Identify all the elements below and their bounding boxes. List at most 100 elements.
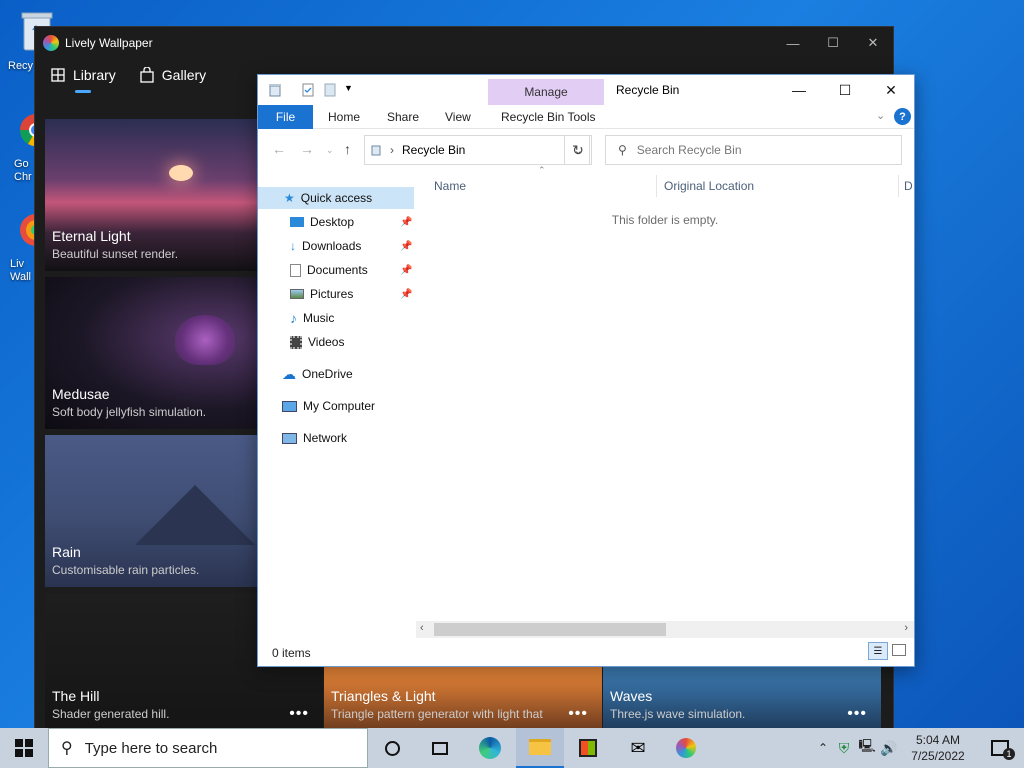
close-icon[interactable]: ✕	[868, 75, 914, 105]
card-description: Shader generated hill.	[52, 707, 170, 721]
tab-gallery[interactable]: Gallery	[140, 67, 206, 89]
column-header-original-location[interactable]: Original Location	[664, 179, 754, 193]
pin-icon: 📌	[400, 264, 413, 276]
nav-item-quick-access[interactable]: ★ Quick access	[284, 187, 372, 209]
desktop-folder-icon	[290, 217, 304, 227]
search-input[interactable]: ⚲ Search Recycle Bin	[605, 135, 902, 165]
tab-recycle-bin-tools[interactable]: Recycle Bin Tools	[501, 105, 596, 129]
clock[interactable]: 5:04 AM 7/25/2022	[906, 732, 970, 764]
explorer-window-title: Recycle Bin	[616, 83, 680, 97]
nav-item-documents[interactable]: Documents 📌	[290, 259, 412, 281]
sort-indicator-icon: ⌃	[538, 165, 546, 175]
taskbar-lively[interactable]	[662, 728, 710, 768]
taskbar-mail[interactable]: ✉	[614, 728, 662, 768]
tab-share[interactable]: Share	[387, 105, 419, 129]
scrollbar-thumb[interactable]	[434, 623, 666, 636]
star-icon: ★	[284, 191, 295, 205]
nav-item-label: Quick access	[300, 191, 373, 205]
taskbar-file-explorer[interactable]	[516, 728, 564, 768]
task-view-button[interactable]	[416, 728, 464, 768]
refresh-icon[interactable]: ↻	[564, 135, 592, 165]
taskbar-search-placeholder: Type here to search	[84, 739, 218, 757]
tab-gallery-label: Gallery	[161, 67, 207, 83]
nav-item-label: Music	[303, 311, 335, 325]
picture-icon	[290, 289, 304, 299]
navigation-pane: ★ Quick access Desktop 📌 ↓ Downloads 📌 Docum…	[258, 185, 416, 638]
minimize-icon[interactable]: —	[776, 75, 822, 105]
up-icon[interactable]: ↑	[344, 141, 351, 157]
sun-graphic	[169, 165, 193, 181]
nav-item-downloads[interactable]: ↓ Downloads 📌	[290, 235, 412, 257]
maximize-icon[interactable]: ☐	[822, 75, 868, 105]
help-icon[interactable]: ?	[894, 108, 911, 125]
more-options-icon[interactable]: •••	[568, 705, 588, 723]
quick-access-dropdown-icon[interactable]: ▼	[344, 83, 353, 93]
scroll-right-icon[interactable]: ›	[904, 622, 908, 634]
notification-center-button[interactable]: 1	[976, 728, 1024, 768]
maximize-icon[interactable]: ☐	[813, 27, 853, 59]
taskbar-edge[interactable]	[466, 728, 514, 768]
empty-folder-message: This folder is empty.	[611, 213, 719, 227]
taskbar-search-input[interactable]: ⚲ Type here to search	[48, 728, 368, 768]
properties-icon[interactable]	[302, 83, 314, 97]
back-icon[interactable]: ←	[272, 141, 286, 157]
scroll-left-icon[interactable]: ‹	[420, 622, 424, 634]
volume-icon[interactable]: 🔊	[878, 740, 900, 757]
tab-home[interactable]: Home	[328, 105, 360, 129]
card-description: Three.js wave simulation.	[610, 707, 746, 721]
store-icon	[579, 739, 597, 757]
tab-library[interactable]: Library	[51, 67, 116, 93]
address-row: ← → ⌄ ↑ › Recycle Bin ⌄ ↻ ⚲ Search Recyc…	[258, 135, 914, 165]
minimize-icon[interactable]: —	[773, 27, 813, 59]
nav-item-pictures[interactable]: Pictures 📌	[290, 283, 412, 305]
tray-expand-icon[interactable]: ⌃	[814, 741, 832, 755]
shopping-bag-icon	[140, 67, 154, 83]
card-description: Triangle pattern generator with light th…	[331, 707, 543, 721]
nav-item-music[interactable]: ♪ Music	[290, 307, 334, 329]
taskbar-store[interactable]	[564, 728, 612, 768]
network-icon[interactable]: 🖳	[856, 737, 878, 759]
breadcrumb-separator-icon: ›	[390, 143, 394, 157]
manage-tab[interactable]: Manage	[488, 79, 604, 105]
cortana-button[interactable]	[368, 728, 416, 768]
nav-item-my-computer[interactable]: My Computer	[282, 395, 375, 417]
clock-time: 5:04 AM	[915, 733, 961, 747]
address-bar[interactable]: › Recycle Bin ⌄	[364, 135, 590, 165]
tab-file[interactable]: File	[258, 105, 313, 129]
nav-item-videos[interactable]: Videos	[290, 331, 344, 353]
recycle-bin-small-icon	[371, 145, 381, 156]
lively-nav: Library Gallery	[51, 67, 206, 93]
details-view-icon[interactable]: ☰	[868, 642, 888, 660]
security-shield-icon[interactable]: ⛨	[832, 740, 856, 757]
system-tray: ⌃ ⛨ 🖳 🔊	[814, 728, 900, 768]
recent-locations-icon[interactable]: ⌄	[326, 145, 334, 156]
ribbon-expand-icon[interactable]: ⌄	[876, 109, 885, 122]
close-icon[interactable]: ✕	[853, 27, 893, 59]
music-icon: ♪	[290, 310, 297, 326]
more-options-icon[interactable]: •••	[847, 705, 867, 723]
video-icon	[290, 335, 302, 349]
windows-logo-icon	[15, 739, 33, 757]
column-divider	[656, 175, 657, 197]
large-icons-view-icon[interactable]	[892, 644, 906, 656]
nav-item-network[interactable]: Network	[282, 427, 347, 449]
recycle-bin-small-icon	[269, 84, 281, 97]
start-button[interactable]	[0, 728, 48, 768]
explorer-window: ▼ Manage Recycle Bin — ☐ ✕ File Home Sha…	[257, 74, 915, 667]
cortana-icon	[384, 740, 400, 756]
network-icon	[282, 432, 297, 444]
cloud-icon: ☁	[282, 365, 296, 382]
grid-icon	[51, 68, 65, 82]
nav-item-label: Documents	[307, 263, 368, 277]
desktop-icon-label: Liv Wall	[10, 258, 31, 283]
tab-view[interactable]: View	[445, 105, 471, 129]
forward-icon[interactable]: →	[300, 141, 314, 157]
column-header-name[interactable]: Name	[434, 179, 466, 193]
new-folder-icon[interactable]	[324, 83, 336, 97]
column-header-date[interactable]: D	[904, 179, 913, 193]
more-options-icon[interactable]: •••	[289, 705, 309, 723]
task-view-icon	[432, 741, 448, 755]
nav-item-onedrive[interactable]: ☁ OneDrive	[282, 363, 353, 385]
horizontal-scrollbar[interactable]: ‹ ›	[416, 621, 914, 638]
nav-item-desktop[interactable]: Desktop 📌	[290, 211, 412, 233]
